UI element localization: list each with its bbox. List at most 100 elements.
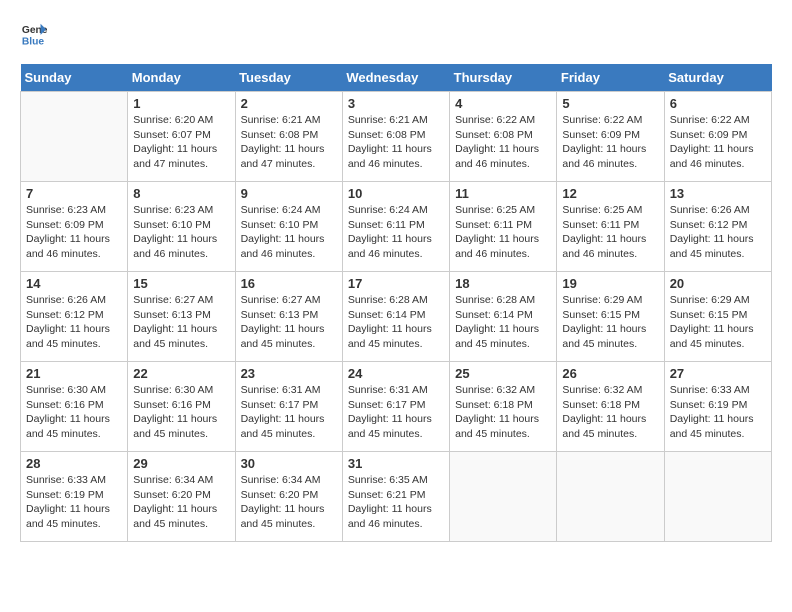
day-info: Sunrise: 6:34 AMSunset: 6:20 PMDaylight:… xyxy=(241,473,337,532)
day-info: Sunrise: 6:26 AMSunset: 6:12 PMDaylight:… xyxy=(26,293,122,352)
day-info: Sunrise: 6:29 AMSunset: 6:15 PMDaylight:… xyxy=(562,293,658,352)
day-number: 28 xyxy=(26,456,122,471)
calendar-table: SundayMondayTuesdayWednesdayThursdayFrid… xyxy=(20,64,772,542)
calendar-cell: 12 Sunrise: 6:25 AMSunset: 6:11 PMDayligh… xyxy=(557,182,664,272)
day-number: 3 xyxy=(348,96,444,111)
calendar-cell: 22Sunrise: 6:30 AMSunset: 6:16 PMDayligh… xyxy=(128,362,235,452)
day-number: 18 xyxy=(455,276,551,291)
calendar-header: SundayMondayTuesdayWednesdayThursdayFrid… xyxy=(21,64,772,92)
day-info: Sunrise: 6:33 AMSunset: 6:19 PMDaylight:… xyxy=(26,473,122,532)
logo-icon: General Blue xyxy=(20,20,48,48)
calendar-cell: 1 Sunrise: 6:20 AMSunset: 6:07 PMDaylight… xyxy=(128,92,235,182)
day-number: 25 xyxy=(455,366,551,381)
header-row: SundayMondayTuesdayWednesdayThursdayFrid… xyxy=(21,64,772,92)
day-number: 12 xyxy=(562,186,658,201)
day-number: 6 xyxy=(670,96,766,111)
day-info: Sunrise: 6:23 AMSunset: 6:09 PMDaylight:… xyxy=(26,203,122,262)
week-row-3: 14 Sunrise: 6:26 AMSunset: 6:12 PMDayligh… xyxy=(21,272,772,362)
day-number: 16 xyxy=(241,276,337,291)
calendar-cell: 7 Sunrise: 6:23 AMSunset: 6:09 PMDaylight… xyxy=(21,182,128,272)
calendar-cell: 20Sunrise: 6:29 AMSunset: 6:15 PMDayligh… xyxy=(664,272,771,362)
day-number: 30 xyxy=(241,456,337,471)
calendar-cell: 16 Sunrise: 6:27 AMSunset: 6:13 PMDayligh… xyxy=(235,272,342,362)
day-info: Sunrise: 6:24 AMSunset: 6:10 PMDaylight:… xyxy=(241,203,337,262)
day-number: 21 xyxy=(26,366,122,381)
header-thursday: Thursday xyxy=(450,64,557,92)
day-info: Sunrise: 6:25 AMSunset: 6:11 PMDaylight:… xyxy=(562,203,658,262)
day-number: 2 xyxy=(241,96,337,111)
day-number: 29 xyxy=(133,456,229,471)
calendar-cell: 6 Sunrise: 6:22 AMSunset: 6:09 PMDaylight… xyxy=(664,92,771,182)
day-number: 1 xyxy=(133,96,229,111)
header-tuesday: Tuesday xyxy=(235,64,342,92)
day-info: Sunrise: 6:22 AMSunset: 6:09 PMDaylight:… xyxy=(562,113,658,172)
week-row-5: 28 Sunrise: 6:33 AMSunset: 6:19 PMDayligh… xyxy=(21,452,772,542)
day-number: 4 xyxy=(455,96,551,111)
day-info: Sunrise: 6:33 AMSunset: 6:19 PMDaylight:… xyxy=(670,383,766,442)
calendar-cell: 19 Sunrise: 6:29 AMSunset: 6:15 PMDayligh… xyxy=(557,272,664,362)
day-info: Sunrise: 6:26 AMSunset: 6:12 PMDaylight:… xyxy=(670,203,766,262)
calendar-cell xyxy=(450,452,557,542)
day-info: Sunrise: 6:27 AMSunset: 6:13 PMDaylight:… xyxy=(241,293,337,352)
calendar-cell: 26 Sunrise: 6:32 AMSunset: 6:18 PMDayligh… xyxy=(557,362,664,452)
day-info: Sunrise: 6:32 AMSunset: 6:18 PMDaylight:… xyxy=(562,383,658,442)
week-row-1: 1 Sunrise: 6:20 AMSunset: 6:07 PMDaylight… xyxy=(21,92,772,182)
week-row-4: 21 Sunrise: 6:30 AMSunset: 6:16 PMDayligh… xyxy=(21,362,772,452)
calendar-cell xyxy=(21,92,128,182)
day-info: Sunrise: 6:35 AMSunset: 6:21 PMDaylight:… xyxy=(348,473,444,532)
svg-text:Blue: Blue xyxy=(22,36,45,47)
day-number: 22 xyxy=(133,366,229,381)
header-sunday: Sunday xyxy=(21,64,128,92)
calendar-cell: 11Sunrise: 6:25 AMSunset: 6:11 PMDayligh… xyxy=(450,182,557,272)
calendar-cell: 4Sunrise: 6:22 AMSunset: 6:08 PMDaylight… xyxy=(450,92,557,182)
calendar-cell: 2 Sunrise: 6:21 AMSunset: 6:08 PMDaylight… xyxy=(235,92,342,182)
day-info: Sunrise: 6:34 AMSunset: 6:20 PMDaylight:… xyxy=(133,473,229,532)
calendar-cell: 3 Sunrise: 6:21 AMSunset: 6:08 PMDaylight… xyxy=(342,92,449,182)
week-row-2: 7 Sunrise: 6:23 AMSunset: 6:09 PMDaylight… xyxy=(21,182,772,272)
day-info: Sunrise: 6:32 AMSunset: 6:18 PMDaylight:… xyxy=(455,383,551,442)
day-number: 9 xyxy=(241,186,337,201)
calendar-cell: 21 Sunrise: 6:30 AMSunset: 6:16 PMDayligh… xyxy=(21,362,128,452)
day-info: Sunrise: 6:28 AMSunset: 6:14 PMDaylight:… xyxy=(455,293,551,352)
day-info: Sunrise: 6:24 AMSunset: 6:11 PMDaylight:… xyxy=(348,203,444,262)
calendar-cell: 30 Sunrise: 6:34 AMSunset: 6:20 PMDayligh… xyxy=(235,452,342,542)
calendar-cell: 28 Sunrise: 6:33 AMSunset: 6:19 PMDayligh… xyxy=(21,452,128,542)
day-info: Sunrise: 6:23 AMSunset: 6:10 PMDaylight:… xyxy=(133,203,229,262)
calendar-cell: 14 Sunrise: 6:26 AMSunset: 6:12 PMDayligh… xyxy=(21,272,128,362)
calendar-cell: 24 Sunrise: 6:31 AMSunset: 6:17 PMDayligh… xyxy=(342,362,449,452)
day-number: 14 xyxy=(26,276,122,291)
day-number: 11 xyxy=(455,186,551,201)
day-number: 27 xyxy=(670,366,766,381)
day-number: 13 xyxy=(670,186,766,201)
calendar-cell: 10 Sunrise: 6:24 AMSunset: 6:11 PMDayligh… xyxy=(342,182,449,272)
day-number: 8 xyxy=(133,186,229,201)
calendar-cell: 29 Sunrise: 6:34 AMSunset: 6:20 PMDayligh… xyxy=(128,452,235,542)
calendar-cell xyxy=(664,452,771,542)
calendar-cell: 23Sunrise: 6:31 AMSunset: 6:17 PMDayligh… xyxy=(235,362,342,452)
day-info: Sunrise: 6:21 AMSunset: 6:08 PMDaylight:… xyxy=(348,113,444,172)
day-number: 5 xyxy=(562,96,658,111)
day-number: 10 xyxy=(348,186,444,201)
calendar-cell xyxy=(557,452,664,542)
day-info: Sunrise: 6:28 AMSunset: 6:14 PMDaylight:… xyxy=(348,293,444,352)
day-number: 19 xyxy=(562,276,658,291)
calendar-cell: 15Sunrise: 6:27 AMSunset: 6:13 PMDayligh… xyxy=(128,272,235,362)
day-number: 24 xyxy=(348,366,444,381)
day-info: Sunrise: 6:30 AMSunset: 6:16 PMDaylight:… xyxy=(26,383,122,442)
day-number: 7 xyxy=(26,186,122,201)
day-number: 26 xyxy=(562,366,658,381)
calendar-cell: 27 Sunrise: 6:33 AMSunset: 6:19 PMDayligh… xyxy=(664,362,771,452)
logo: General Blue xyxy=(20,20,52,48)
calendar-body: 1 Sunrise: 6:20 AMSunset: 6:07 PMDaylight… xyxy=(21,92,772,542)
calendar-cell: 17Sunrise: 6:28 AMSunset: 6:14 PMDayligh… xyxy=(342,272,449,362)
day-info: Sunrise: 6:22 AMSunset: 6:09 PMDaylight:… xyxy=(670,113,766,172)
day-info: Sunrise: 6:20 AMSunset: 6:07 PMDaylight:… xyxy=(133,113,229,172)
calendar-cell: 5 Sunrise: 6:22 AMSunset: 6:09 PMDaylight… xyxy=(557,92,664,182)
day-number: 15 xyxy=(133,276,229,291)
day-number: 20 xyxy=(670,276,766,291)
day-info: Sunrise: 6:31 AMSunset: 6:17 PMDaylight:… xyxy=(241,383,337,442)
day-info: Sunrise: 6:21 AMSunset: 6:08 PMDaylight:… xyxy=(241,113,337,172)
header-friday: Friday xyxy=(557,64,664,92)
day-info: Sunrise: 6:31 AMSunset: 6:17 PMDaylight:… xyxy=(348,383,444,442)
calendar-cell: 31Sunrise: 6:35 AMSunset: 6:21 PMDayligh… xyxy=(342,452,449,542)
